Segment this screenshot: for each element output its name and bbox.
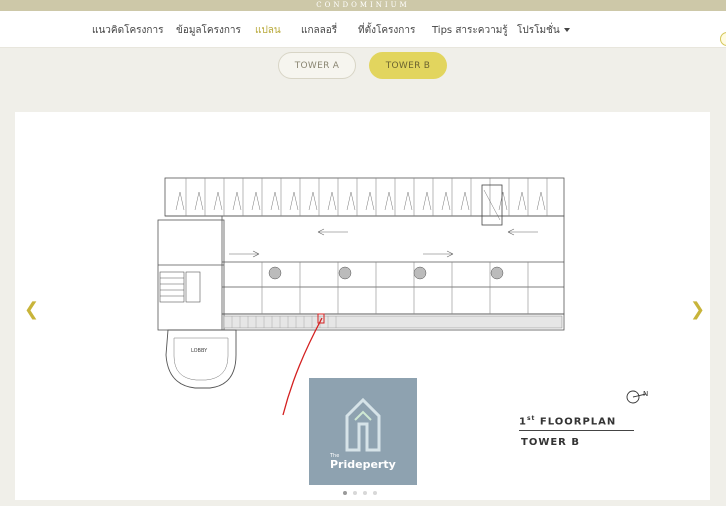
next-slide-button[interactable]: ❯ <box>690 299 705 320</box>
carousel-dot[interactable] <box>373 491 377 495</box>
watermark-name: Prideperty <box>330 458 396 471</box>
carousel-dot[interactable] <box>363 491 367 495</box>
prideperty-logo-icon <box>345 397 381 452</box>
floor-suffix: st <box>526 415 536 422</box>
carousel-dot[interactable] <box>343 491 347 495</box>
floorplan-title: 1st FLOORPLAN <box>519 415 616 427</box>
prev-slide-button[interactable]: ❮ <box>24 299 39 320</box>
floor-number: 1 <box>519 416 527 428</box>
floor-text: FLOORPLAN <box>539 416 617 428</box>
north-label: N <box>643 390 648 398</box>
floorplan-tower-label: TOWER B <box>521 437 580 448</box>
watermark: The Prideperty <box>309 378 417 485</box>
lobby-label: LOBBY <box>191 348 208 354</box>
carousel-dot[interactable] <box>353 491 357 495</box>
carousel-dots <box>343 491 377 495</box>
title-divider <box>519 430 634 431</box>
